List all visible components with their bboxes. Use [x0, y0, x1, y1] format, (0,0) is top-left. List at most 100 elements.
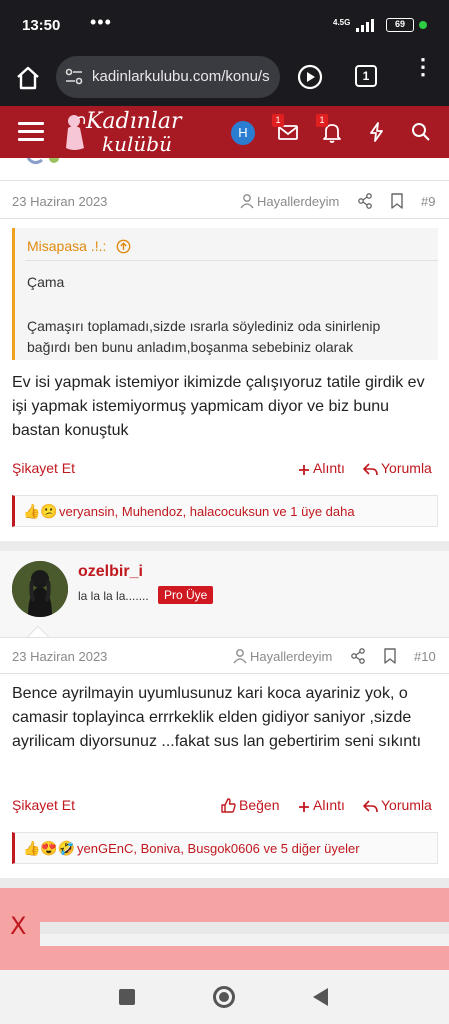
share-icon[interactable] [350, 648, 366, 664]
alerts-badge: 1 [316, 114, 328, 127]
post-author-name[interactable]: Hayallerdeyim [257, 194, 339, 209]
play-icon[interactable] [296, 63, 324, 91]
close-ad-icon[interactable]: X [10, 912, 26, 940]
ad-placeholder [40, 922, 449, 934]
search-button[interactable] [409, 120, 433, 144]
reaction-emojis: 👍😍🤣 [23, 840, 76, 856]
report-button[interactable]: Şikayet Et [12, 797, 75, 813]
more-menu-icon[interactable]: ⋮ [412, 56, 434, 92]
quote-divider [25, 260, 438, 261]
divider [0, 673, 449, 674]
tab-switcher-button[interactable]: 1 [355, 65, 377, 87]
post-number[interactable]: #10 [414, 649, 436, 664]
notification-dots-icon: ••• [90, 12, 112, 32]
post-separator [0, 878, 449, 888]
quote-author-name[interactable]: Misapasa .!.: [27, 238, 106, 254]
arrow-up-circle-icon[interactable] [116, 239, 131, 254]
reply-icon [363, 800, 378, 813]
messages-button[interactable]: 1 [272, 114, 300, 144]
ad-placeholder [40, 934, 449, 946]
post-author-name[interactable]: Hayallerdeyim [250, 649, 332, 664]
reply-button[interactable]: Yorumla [363, 460, 432, 476]
previous-avatar-fragment [26, 158, 59, 165]
username[interactable]: ozelbir_i [78, 563, 143, 581]
post-body-10: Bence ayrilmayin uyumlusunuz kari koca a… [12, 685, 422, 750]
battery-icon: 69 [386, 18, 414, 32]
plus-icon [299, 465, 309, 475]
post-body-9: Ev isi yapmak istemiyor ikimizde çalışıy… [12, 374, 425, 439]
bookmark-icon[interactable] [383, 648, 397, 664]
ad-banner[interactable]: X [0, 888, 449, 970]
reply-icon [363, 463, 378, 476]
lightning-icon [370, 122, 383, 142]
recent-apps-icon[interactable] [119, 989, 135, 1005]
quote-author[interactable]: Misapasa .!.: [27, 238, 131, 254]
quote-block: Misapasa .!.: Çama Çamaşırı toplamadı,si… [12, 228, 438, 360]
post-meta-10: 23 Haziran 2023 Hayallerdeyim #10 [0, 639, 449, 675]
user-icon [233, 649, 247, 664]
status-time: 13:50 [22, 17, 61, 34]
divider [0, 218, 449, 219]
share-icon[interactable] [357, 193, 373, 209]
whats-new-button[interactable] [365, 120, 389, 144]
logo-text-line1[interactable]: Kadınlar [86, 109, 182, 134]
post-number[interactable]: #9 [421, 194, 435, 209]
reaction-emojis: 👍😕 [23, 503, 58, 519]
post-meta-9: 23 Haziran 2023 Hayallerdeyim #9 [0, 184, 449, 220]
logo-text-line2[interactable]: kulübü [102, 132, 172, 156]
quote-line-2: Çamaşırı toplamadı,sizde ısrarla söyledi… [27, 318, 381, 355]
like-label: Beğen [239, 797, 280, 813]
site-header: Kadınlar kulübü H 1 1 [0, 106, 449, 158]
like-button[interactable]: Beğen [221, 797, 279, 813]
reaction-users[interactable]: veryansin, Muhendoz, halacocuksun ve 1 ü… [59, 504, 355, 519]
signal-icon [356, 19, 374, 32]
avatar-figure [12, 561, 68, 617]
home-button-icon[interactable] [213, 986, 235, 1008]
network-type: 4.5G [333, 18, 351, 27]
reactions-bar-9[interactable]: 👍😕 veryansin, Muhendoz, halacocuksun ve … [12, 495, 438, 527]
site-settings-icon[interactable] [64, 68, 84, 86]
post-date[interactable]: 23 Haziran 2023 [12, 194, 107, 209]
quote-button[interactable]: Alıntı [298, 797, 345, 813]
privacy-dot-icon [419, 21, 427, 29]
home-icon[interactable] [14, 64, 42, 92]
hamburger-menu-icon[interactable] [18, 122, 44, 142]
plus-icon [299, 802, 309, 812]
thumbs-up-icon [221, 798, 236, 813]
user-avatar-image[interactable] [12, 561, 68, 617]
post-author[interactable]: Hayallerdeyim [233, 649, 332, 664]
reactions-bar-10[interactable]: 👍😍🤣 yenGEnC, Boniva, Busgok0606 ve 5 diğ… [12, 832, 438, 864]
quote-line-1: Çama [27, 274, 65, 290]
reply-label: Yorumla [381, 797, 432, 813]
system-nav-bar [0, 970, 449, 1024]
user-avatar[interactable]: H [231, 121, 255, 145]
browser-toolbar: kadinlarkulubu.com/konu/s 1 ⋮ [0, 50, 449, 106]
quote-label: Alıntı [313, 460, 345, 476]
divider [0, 180, 449, 181]
bookmark-icon[interactable] [390, 193, 404, 209]
address-bar[interactable]: kadinlarkulubu.com/konu/s [56, 56, 280, 98]
post-actions-10: Şikayet Et Beğen Alıntı Yorumla [0, 795, 449, 819]
url-text[interactable]: kadinlarkulubu.com/konu/s [92, 68, 270, 85]
post-date[interactable]: 23 Haziran 2023 [12, 649, 107, 664]
alerts-button[interactable]: 1 [316, 114, 344, 144]
user-info-10: ozelbir_i la la la la....... Pro Üye [0, 551, 449, 649]
reply-button[interactable]: Yorumla [363, 797, 432, 813]
messages-badge: 1 [272, 114, 284, 127]
report-button[interactable]: Şikayet Et [12, 460, 75, 476]
back-icon[interactable] [313, 988, 328, 1006]
post-author[interactable]: Hayallerdeyim [240, 194, 339, 209]
status-bar: 13:50 ••• 4.5G 69 [0, 0, 449, 50]
post-separator [0, 541, 449, 551]
user-title: la la la la....... [78, 589, 149, 603]
quote-label: Alıntı [313, 797, 345, 813]
post-actions-9: Şikayet Et Alıntı Yorumla [0, 458, 449, 482]
reply-label: Yorumla [381, 460, 432, 476]
search-icon [412, 123, 430, 141]
user-badge: Pro Üye [158, 586, 214, 604]
thread-content: 23 Haziran 2023 Hayallerdeyim #9 Misapas… [0, 158, 449, 970]
reaction-users[interactable]: yenGEnC, Boniva, Busgok0606 ve 5 diğer ü… [77, 841, 360, 856]
quote-button[interactable]: Alıntı [298, 460, 345, 476]
user-icon [240, 194, 254, 209]
divider [0, 637, 449, 638]
